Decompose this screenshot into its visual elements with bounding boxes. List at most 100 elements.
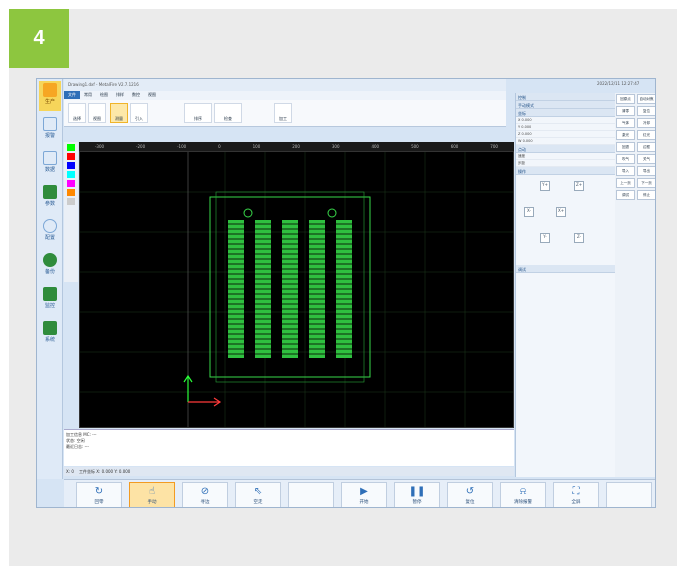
tab-view[interactable]: 视图 bbox=[144, 91, 160, 99]
console-output: 加工信息 MC: --- 状态: 空闲 最近日志: --- bbox=[64, 429, 514, 466]
action-label: 开始 bbox=[359, 500, 369, 505]
action-label: 清除报警 bbox=[514, 500, 532, 505]
action-icon: ↺ bbox=[465, 486, 475, 497]
side-button[interactable]: 吹气 bbox=[616, 154, 635, 164]
side-button-grid: 回原点 自动对焦 清零 复位 气体 冷却 激光 红光 回退 边框 吹气 关气 导入 导出 上一页 下一页 调试停… bbox=[615, 93, 655, 477]
action-icon: ↻ bbox=[94, 486, 104, 497]
tab-file[interactable]: 文件 bbox=[64, 91, 80, 99]
tab-common[interactable]: 常用 bbox=[80, 91, 96, 99]
drawing-canvas[interactable] bbox=[79, 151, 514, 428]
hole-left bbox=[243, 208, 253, 218]
ruler-tick-label: 600 bbox=[450, 144, 459, 149]
camera-icon bbox=[43, 287, 57, 301]
layer-color-swatch[interactable] bbox=[67, 180, 75, 187]
side-button[interactable]: 激光 bbox=[616, 130, 635, 140]
tab-draw[interactable]: 绘图 bbox=[96, 91, 112, 99]
ruler-tick-label: 300 bbox=[331, 144, 340, 149]
bottom-button-手动[interactable]: ☝ 手动 bbox=[129, 482, 175, 507]
side-button[interactable]: 停止 bbox=[637, 190, 655, 200]
nav-parameters[interactable]: 参数 bbox=[39, 183, 61, 213]
jog-pad: Y+ Y- X+ X- Z+ Z- bbox=[516, 175, 615, 265]
ruler-tick-label: -200 bbox=[136, 144, 146, 149]
action-label: 暂停 bbox=[412, 500, 422, 505]
ruler-tick-label: 500 bbox=[411, 144, 419, 149]
side-button[interactable]: 导出 bbox=[637, 166, 655, 176]
layer-color-swatch[interactable] bbox=[67, 162, 75, 169]
layer-color-swatch[interactable] bbox=[67, 198, 75, 205]
ribbon-sort-button[interactable]: 排序 bbox=[184, 103, 212, 123]
action-icon: ⛶ bbox=[572, 486, 580, 497]
layer-color-swatch[interactable] bbox=[67, 153, 75, 160]
nav-data[interactable]: 数据 bbox=[39, 149, 61, 179]
bottom-button-空走[interactable]: ⇖ 空走 bbox=[235, 482, 281, 507]
side-button[interactable]: 关气 bbox=[637, 154, 655, 164]
jog-y-minus-button[interactable]: Y- bbox=[540, 233, 550, 243]
side-button[interactable]: 清零 bbox=[616, 106, 635, 116]
action-label: 手动 bbox=[147, 500, 157, 505]
bottom-button-回零[interactable]: ↻ 回零 bbox=[76, 482, 122, 507]
nav-monitor[interactable]: 监控 bbox=[39, 285, 61, 315]
side-button[interactable]: 红光 bbox=[637, 130, 655, 140]
step-badge: 4 bbox=[9, 9, 69, 68]
bottom-button-暂停[interactable]: ❚❚ 暂停 bbox=[394, 482, 440, 507]
cnc-application-window: 生产 报警 数据 参数 配置 备份 监控 系统 Drawing1.dxf - M… bbox=[36, 78, 656, 508]
layer-color-swatch[interactable] bbox=[67, 189, 75, 196]
bottom-button-blank-4[interactable] bbox=[288, 482, 334, 507]
side-button[interactable]: 自动对焦 bbox=[637, 94, 655, 104]
jog-x-plus-button[interactable]: X+ bbox=[556, 207, 566, 217]
tab-cnc[interactable]: 数控 bbox=[128, 91, 144, 99]
side-button[interactable]: 边框 bbox=[637, 142, 655, 152]
ribbon-view-button[interactable]: 视图 bbox=[88, 103, 106, 123]
bottom-button-寻边[interactable]: ⊘ 寻边 bbox=[182, 482, 228, 507]
status-bar: X: 0 工件坐标 X: 0.000 Y: 0.000 bbox=[64, 467, 514, 476]
ribbon-select-button[interactable]: 选择 bbox=[68, 103, 86, 123]
side-button[interactable]: 气体 bbox=[616, 118, 635, 128]
gear-icon bbox=[43, 219, 57, 233]
action-icon: ⊘ bbox=[200, 486, 210, 497]
ruler-tick-label: 100 bbox=[252, 144, 261, 149]
speed-row[interactable]: 速度 bbox=[516, 153, 615, 160]
bottom-action-bar: ↻ 回零 ☝ 手动 ⊘ 寻边 ⇖ 空走 ▶ 开始 ❚❚ 暂停 ↺ 复位 ⍾ 清除报警 ⛶ 全屏 bbox=[64, 479, 655, 507]
bottom-button-全屏[interactable]: ⛶ 全屏 bbox=[553, 482, 599, 507]
slot-stripes bbox=[228, 223, 352, 355]
section-manual-mode[interactable]: 手动模式 bbox=[516, 101, 615, 109]
jog-y-plus-button[interactable]: Y+ bbox=[540, 181, 550, 191]
step-row[interactable]: 步距 bbox=[516, 160, 615, 167]
backup-icon bbox=[43, 253, 57, 267]
jog-z-plus-button[interactable]: Z+ bbox=[574, 181, 584, 191]
tab-nesting[interactable]: 排样 bbox=[112, 91, 128, 99]
action-label: 回零 bbox=[94, 500, 104, 505]
ruler-tick-label: 0 bbox=[218, 144, 221, 149]
nav-config[interactable]: 配置 bbox=[39, 217, 61, 247]
action-icon: ❚❚ bbox=[408, 486, 426, 497]
ruler-tick-label: 400 bbox=[371, 144, 380, 149]
ribbon-toolbar: 选择 视图 测量 引入 排序 检查 加工 bbox=[64, 100, 506, 127]
jog-z-minus-button[interactable]: Z- bbox=[574, 233, 584, 243]
nav-backup[interactable]: 备份 bbox=[39, 251, 61, 281]
nav-production[interactable]: 生产 bbox=[39, 81, 61, 111]
side-button[interactable]: 冷却 bbox=[637, 118, 655, 128]
bottom-button-开始[interactable]: ▶ 开始 bbox=[341, 482, 387, 507]
ribbon-check-button[interactable]: 检查 bbox=[214, 103, 242, 123]
jog-x-minus-button[interactable]: X- bbox=[524, 207, 534, 217]
layer-color-swatch[interactable] bbox=[67, 171, 75, 178]
side-button[interactable]: 调试 bbox=[616, 190, 635, 200]
ribbon-measure-button[interactable]: 测量 bbox=[110, 103, 128, 123]
bottom-button-清除报警[interactable]: ⍾ 清除报警 bbox=[500, 482, 546, 507]
side-button[interactable]: 上一页 bbox=[616, 178, 635, 188]
side-button[interactable]: 回原点 bbox=[616, 94, 635, 104]
section-operation: 操作 bbox=[516, 167, 615, 175]
control-panel: 控制 手动模式 坐标 X 0.000 Y 0.000 Z 0.000 W 0.0… bbox=[515, 93, 615, 477]
nav-system[interactable]: 系统 bbox=[39, 319, 61, 349]
side-button[interactable]: 导入 bbox=[616, 166, 635, 176]
bottom-button-blank-10[interactable] bbox=[606, 482, 652, 507]
section-control: 控制 bbox=[516, 93, 615, 101]
ribbon-process-button[interactable]: 加工 bbox=[274, 103, 292, 123]
side-button[interactable]: 下一页 bbox=[637, 178, 655, 188]
side-button[interactable]: 回退 bbox=[616, 142, 635, 152]
ribbon-import-button[interactable]: 引入 bbox=[130, 103, 148, 123]
nav-alarm[interactable]: 报警 bbox=[39, 115, 61, 145]
layer-color-swatch[interactable] bbox=[67, 144, 75, 151]
bottom-button-复位[interactable]: ↺ 复位 bbox=[447, 482, 493, 507]
side-button[interactable]: 复位 bbox=[637, 106, 655, 116]
